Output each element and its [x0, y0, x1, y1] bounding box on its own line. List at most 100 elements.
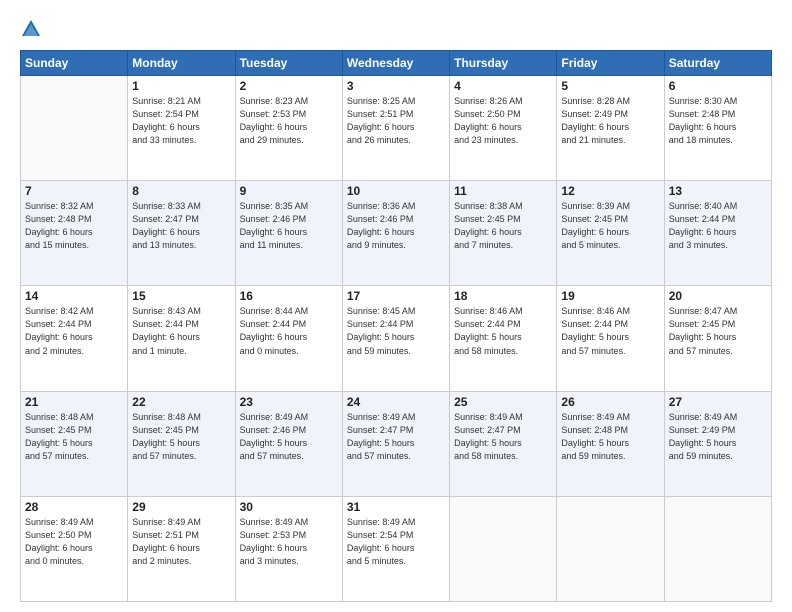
day-number: 17 — [347, 289, 445, 303]
day-number: 29 — [132, 500, 230, 514]
calendar-cell: 9 Sunrise: 8:35 AM Sunset: 2:46 PM Daylig… — [235, 181, 342, 286]
day-number: 25 — [454, 395, 552, 409]
calendar-cell: 5Sunrise: 8:28 AM Sunset: 2:49 PM Daylig… — [557, 76, 664, 181]
day-info: Sunrise: 8:48 AM Sunset: 2:45 PM Dayligh… — [25, 411, 123, 463]
calendar-week-row: 21Sunrise: 8:48 AM Sunset: 2:45 PM Dayli… — [21, 391, 772, 496]
day-number: 8 — [132, 184, 230, 198]
day-info: Sunrise: 8:49 AM Sunset: 2:46 PM Dayligh… — [240, 411, 338, 463]
day-number: 9 — [240, 184, 338, 198]
calendar-cell: 3 Sunrise: 8:25 AM Sunset: 2:51 PM Daylig… — [342, 76, 449, 181]
day-info: Sunrise: 8:49 AM Sunset: 2:47 PM Dayligh… — [454, 411, 552, 463]
day-info: Sunrise: 8:43 AM Sunset: 2:44 PM Dayligh… — [132, 305, 230, 357]
calendar-cell: 19 Sunrise: 8:46 AM Sunset: 2:44 PM Dayli… — [557, 286, 664, 391]
calendar-cell: 22 Sunrise: 8:48 AM Sunset: 2:45 PM Dayli… — [128, 391, 235, 496]
day-info: Sunrise: 8:49 AM Sunset: 2:50 PM Dayligh… — [25, 516, 123, 568]
calendar-cell: 31 Sunrise: 8:49 AM Sunset: 2:54 PM Dayli… — [342, 496, 449, 601]
calendar-cell: 24 Sunrise: 8:49 AM Sunset: 2:47 PM Dayli… — [342, 391, 449, 496]
calendar-cell: 18 Sunrise: 8:46 AM Sunset: 2:44 PM Dayli… — [450, 286, 557, 391]
calendar-cell: 28 Sunrise: 8:49 AM Sunset: 2:50 PM Dayli… — [21, 496, 128, 601]
day-number: 22 — [132, 395, 230, 409]
calendar-cell — [450, 496, 557, 601]
day-info: Sunrise: 8:47 AM Sunset: 2:45 PM Dayligh… — [669, 305, 767, 357]
calendar: SundayMondayTuesdayWednesdayThursdayFrid… — [20, 50, 772, 602]
day-info: Sunrise: 8:38 AM Sunset: 2:45 PM Dayligh… — [454, 200, 552, 252]
calendar-cell: 4 Sunrise: 8:26 AM Sunset: 2:50 PM Daylig… — [450, 76, 557, 181]
calendar-cell: 21Sunrise: 8:48 AM Sunset: 2:45 PM Dayli… — [21, 391, 128, 496]
calendar-cell: 20Sunrise: 8:47 AM Sunset: 2:45 PM Dayli… — [664, 286, 771, 391]
day-number: 5 — [561, 79, 659, 93]
calendar-header-tuesday: Tuesday — [235, 51, 342, 76]
day-number: 26 — [561, 395, 659, 409]
calendar-cell: 15 Sunrise: 8:43 AM Sunset: 2:44 PM Dayli… — [128, 286, 235, 391]
logo-icon — [20, 18, 42, 40]
calendar-cell: 27Sunrise: 8:49 AM Sunset: 2:49 PM Dayli… — [664, 391, 771, 496]
calendar-cell — [557, 496, 664, 601]
day-number: 6 — [669, 79, 767, 93]
calendar-week-row: 7 Sunrise: 8:32 AM Sunset: 2:48 PM Daylig… — [21, 181, 772, 286]
calendar-header-sunday: Sunday — [21, 51, 128, 76]
calendar-header-saturday: Saturday — [664, 51, 771, 76]
calendar-cell: 30 Sunrise: 8:49 AM Sunset: 2:53 PM Dayli… — [235, 496, 342, 601]
day-number: 16 — [240, 289, 338, 303]
day-number: 7 — [25, 184, 123, 198]
day-info: Sunrise: 8:35 AM Sunset: 2:46 PM Dayligh… — [240, 200, 338, 252]
calendar-cell: 25 Sunrise: 8:49 AM Sunset: 2:47 PM Dayli… — [450, 391, 557, 496]
day-info: Sunrise: 8:42 AM Sunset: 2:44 PM Dayligh… — [25, 305, 123, 357]
calendar-cell — [664, 496, 771, 601]
day-info: Sunrise: 8:39 AM Sunset: 2:45 PM Dayligh… — [561, 200, 659, 252]
calendar-cell: 8 Sunrise: 8:33 AM Sunset: 2:47 PM Daylig… — [128, 181, 235, 286]
day-info: Sunrise: 8:32 AM Sunset: 2:48 PM Dayligh… — [25, 200, 123, 252]
day-number: 28 — [25, 500, 123, 514]
calendar-week-row: 14 Sunrise: 8:42 AM Sunset: 2:44 PM Dayli… — [21, 286, 772, 391]
day-info: Sunrise: 8:46 AM Sunset: 2:44 PM Dayligh… — [561, 305, 659, 357]
day-number: 3 — [347, 79, 445, 93]
calendar-header-thursday: Thursday — [450, 51, 557, 76]
day-info: Sunrise: 8:36 AM Sunset: 2:46 PM Dayligh… — [347, 200, 445, 252]
calendar-cell: 2Sunrise: 8:23 AM Sunset: 2:53 PM Daylig… — [235, 76, 342, 181]
day-info: Sunrise: 8:26 AM Sunset: 2:50 PM Dayligh… — [454, 95, 552, 147]
page: SundayMondayTuesdayWednesdayThursdayFrid… — [0, 0, 792, 612]
calendar-header-row: SundayMondayTuesdayWednesdayThursdayFrid… — [21, 51, 772, 76]
calendar-cell: 29 Sunrise: 8:49 AM Sunset: 2:51 PM Dayli… — [128, 496, 235, 601]
calendar-cell: 23 Sunrise: 8:49 AM Sunset: 2:46 PM Dayli… — [235, 391, 342, 496]
day-info: Sunrise: 8:49 AM Sunset: 2:54 PM Dayligh… — [347, 516, 445, 568]
day-number: 15 — [132, 289, 230, 303]
day-info: Sunrise: 8:49 AM Sunset: 2:51 PM Dayligh… — [132, 516, 230, 568]
calendar-cell: 6Sunrise: 8:30 AM Sunset: 2:48 PM Daylig… — [664, 76, 771, 181]
day-info: Sunrise: 8:45 AM Sunset: 2:44 PM Dayligh… — [347, 305, 445, 357]
day-number: 19 — [561, 289, 659, 303]
day-number: 14 — [25, 289, 123, 303]
calendar-cell: 10 Sunrise: 8:36 AM Sunset: 2:46 PM Dayli… — [342, 181, 449, 286]
day-info: Sunrise: 8:49 AM Sunset: 2:53 PM Dayligh… — [240, 516, 338, 568]
day-info: Sunrise: 8:44 AM Sunset: 2:44 PM Dayligh… — [240, 305, 338, 357]
calendar-week-row: 1Sunrise: 8:21 AM Sunset: 2:54 PM Daylig… — [21, 76, 772, 181]
day-number: 23 — [240, 395, 338, 409]
day-info: Sunrise: 8:48 AM Sunset: 2:45 PM Dayligh… — [132, 411, 230, 463]
day-number: 18 — [454, 289, 552, 303]
calendar-header-friday: Friday — [557, 51, 664, 76]
calendar-cell: 26 Sunrise: 8:49 AM Sunset: 2:48 PM Dayli… — [557, 391, 664, 496]
calendar-week-row: 28 Sunrise: 8:49 AM Sunset: 2:50 PM Dayli… — [21, 496, 772, 601]
day-info: Sunrise: 8:25 AM Sunset: 2:51 PM Dayligh… — [347, 95, 445, 147]
calendar-cell: 13Sunrise: 8:40 AM Sunset: 2:44 PM Dayli… — [664, 181, 771, 286]
day-number: 13 — [669, 184, 767, 198]
day-info: Sunrise: 8:21 AM Sunset: 2:54 PM Dayligh… — [132, 95, 230, 147]
day-number: 30 — [240, 500, 338, 514]
day-number: 11 — [454, 184, 552, 198]
calendar-cell: 1Sunrise: 8:21 AM Sunset: 2:54 PM Daylig… — [128, 76, 235, 181]
day-info: Sunrise: 8:23 AM Sunset: 2:53 PM Dayligh… — [240, 95, 338, 147]
calendar-cell: 12Sunrise: 8:39 AM Sunset: 2:45 PM Dayli… — [557, 181, 664, 286]
day-number: 4 — [454, 79, 552, 93]
day-info: Sunrise: 8:49 AM Sunset: 2:48 PM Dayligh… — [561, 411, 659, 463]
day-info: Sunrise: 8:49 AM Sunset: 2:47 PM Dayligh… — [347, 411, 445, 463]
calendar-header-wednesday: Wednesday — [342, 51, 449, 76]
day-info: Sunrise: 8:46 AM Sunset: 2:44 PM Dayligh… — [454, 305, 552, 357]
calendar-cell: 16 Sunrise: 8:44 AM Sunset: 2:44 PM Dayli… — [235, 286, 342, 391]
day-number: 24 — [347, 395, 445, 409]
calendar-cell: 7 Sunrise: 8:32 AM Sunset: 2:48 PM Daylig… — [21, 181, 128, 286]
calendar-cell — [21, 76, 128, 181]
day-number: 31 — [347, 500, 445, 514]
calendar-cell: 14 Sunrise: 8:42 AM Sunset: 2:44 PM Dayli… — [21, 286, 128, 391]
day-info: Sunrise: 8:33 AM Sunset: 2:47 PM Dayligh… — [132, 200, 230, 252]
day-number: 10 — [347, 184, 445, 198]
